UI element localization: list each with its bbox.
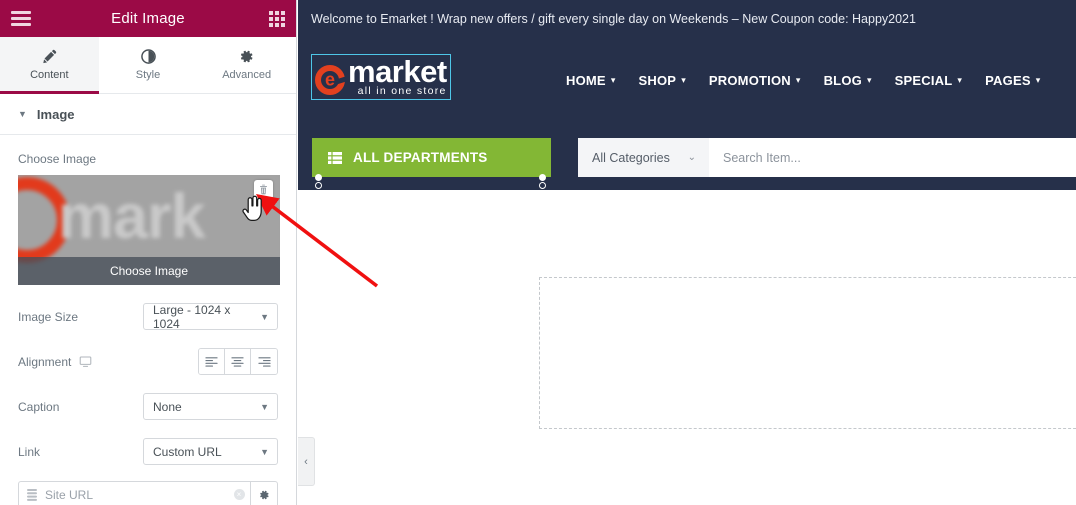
list-grid-icon <box>328 151 342 164</box>
image-wordmark: mark <box>58 182 206 252</box>
image-size-label: Image Size <box>18 309 79 324</box>
image-size-select[interactable]: Large - 1024 x 1024 ▼ <box>143 302 278 331</box>
tab-content[interactable]: Content <box>0 37 99 94</box>
main-navigation: HOME ▾ SHOP ▾ PROMOTION ▾ BLOG ▾ SPECIAL <box>566 73 1040 88</box>
trash-icon[interactable] <box>254 180 273 199</box>
caption-value: None <box>153 399 182 414</box>
link-url-input[interactable] <box>45 482 228 505</box>
search-input[interactable] <box>709 150 1076 165</box>
caption-row: Caption None ▼ <box>18 375 278 420</box>
link-value: Custom URL <box>153 444 222 459</box>
choose-image-overlay-label: Choose Image <box>18 257 280 285</box>
search-category-value: All Categories <box>592 150 670 165</box>
nav-item-pages[interactable]: PAGES ▾ <box>985 73 1040 88</box>
page-title: Edit Image <box>111 10 185 27</box>
clear-circle-icon[interactable]: × <box>228 482 250 505</box>
site-preview: Welcome to Emarket ! Wrap new offers / g… <box>298 0 1076 505</box>
gear-icon <box>239 49 254 64</box>
caption-label: Caption <box>18 399 60 414</box>
align-right-icon[interactable] <box>251 349 277 374</box>
search-category-select[interactable]: All Categories ⌄ <box>578 138 709 177</box>
caret-down-icon: ▼ <box>18 108 27 119</box>
panel-tabs: Content Style Advanced <box>0 37 296 94</box>
chevron-left-icon: ‹ <box>304 455 308 468</box>
elementor-panel: Edit Image Content Style Advanced ▼ Imag… <box>0 0 297 505</box>
editor-screen: Edit Image Content Style Advanced ▼ Imag… <box>0 0 1076 505</box>
link-url-field: × <box>18 481 278 505</box>
align-left-icon[interactable] <box>199 349 225 374</box>
tab-advanced-label: Advanced <box>222 69 272 81</box>
section-dropzone[interactable] <box>539 277 1076 429</box>
nav-item-special[interactable]: SPECIAL ▾ <box>895 73 962 88</box>
image-size-row: Image Size Large - 1024 x 1024 ▼ <box>18 285 278 331</box>
panel-body: Choose Image mark Choose Image Image Siz… <box>0 135 296 505</box>
choose-image-field: Choose Image mark Choose Image <box>18 135 280 285</box>
link-settings-gear-icon[interactable] <box>250 482 277 505</box>
logo-tagline: all in one store <box>357 85 447 98</box>
chevron-down-icon: ▾ <box>866 75 872 85</box>
nav-label: SHOP <box>638 73 677 88</box>
nav-item-promotion[interactable]: PROMOTION ▾ <box>709 73 801 88</box>
site-header: market all in one store HOME ▾ SHOP ▾ PR… <box>298 37 1076 132</box>
pencil-icon <box>42 49 57 64</box>
chevron-down-icon: ▼ <box>260 311 269 322</box>
align-center-icon[interactable] <box>225 349 251 374</box>
chevron-down-icon: ▾ <box>957 75 963 85</box>
alignment-button-group <box>198 348 278 375</box>
image-preview[interactable]: mark Choose Image <box>18 175 280 285</box>
section-image-header[interactable]: ▼ Image <box>0 94 296 135</box>
nav-item-shop[interactable]: SHOP ▾ <box>639 73 686 88</box>
chevron-down-icon: ▾ <box>681 75 686 85</box>
alignment-row: Alignment <box>18 330 278 375</box>
nav-label: HOME <box>566 73 606 88</box>
nav-item-blog[interactable]: BLOG ▾ <box>824 73 872 88</box>
choose-image-label: Choose Image <box>18 152 97 166</box>
desktop-icon[interactable] <box>79 355 92 368</box>
panel-header: Edit Image <box>0 0 296 37</box>
dynamic-tags-icon[interactable] <box>19 482 45 505</box>
nav-label: SPECIAL <box>894 73 953 88</box>
apps-grid-icon[interactable] <box>269 10 285 27</box>
all-departments-button[interactable]: ALL DEPARTMENTS <box>312 138 551 177</box>
hamburger-icon[interactable] <box>11 11 31 26</box>
link-label: Link <box>18 444 41 459</box>
chevron-down-icon: ▾ <box>795 75 801 85</box>
tab-style[interactable]: Style <box>98 37 198 93</box>
announcement-text: Welcome to Emarket ! Wrap new offers / g… <box>311 11 916 26</box>
logo-e-icon <box>315 64 345 95</box>
announcement-bar: Welcome to Emarket ! Wrap new offers / g… <box>298 0 1076 37</box>
panel-collapse-handle[interactable]: ‹ <box>298 437 315 486</box>
contrast-icon <box>140 49 156 64</box>
editor-canvas: + Drag <box>298 190 1076 505</box>
search-bar: All Categories ⌄ <box>578 138 1076 177</box>
link-row: Link Custom URL ▼ <box>18 420 278 465</box>
chevron-down-icon: ▾ <box>610 75 616 85</box>
chevron-down-icon: ▼ <box>260 401 269 412</box>
section-image-title: Image <box>36 106 75 122</box>
caption-select[interactable]: None ▼ <box>143 393 278 420</box>
logo-main-text: market <box>348 54 447 89</box>
tab-style-label: Style <box>135 69 161 81</box>
chevron-down-icon: ▾ <box>1035 75 1041 85</box>
chevron-down-icon: ▼ <box>260 446 269 457</box>
site-logo[interactable]: market all in one store <box>311 54 451 100</box>
image-size-value: Large - 1024 x 1024 <box>153 302 231 331</box>
search-row: ALL DEPARTMENTS All Categories ⌄ <box>298 132 1076 197</box>
nav-label: PAGES <box>985 73 1031 88</box>
tab-advanced[interactable]: Advanced <box>197 37 296 93</box>
chevron-down-icon: ⌄ <box>687 152 696 163</box>
tab-content-label: Content <box>30 69 69 81</box>
nav-label: PROMOTION <box>708 73 791 88</box>
all-departments-label: ALL DEPARTMENTS <box>353 150 488 165</box>
link-select[interactable]: Custom URL ▼ <box>143 438 278 465</box>
alignment-label: Alignment <box>18 354 72 369</box>
nav-label: BLOG <box>823 73 862 88</box>
nav-item-home[interactable]: HOME ▾ <box>566 73 616 88</box>
